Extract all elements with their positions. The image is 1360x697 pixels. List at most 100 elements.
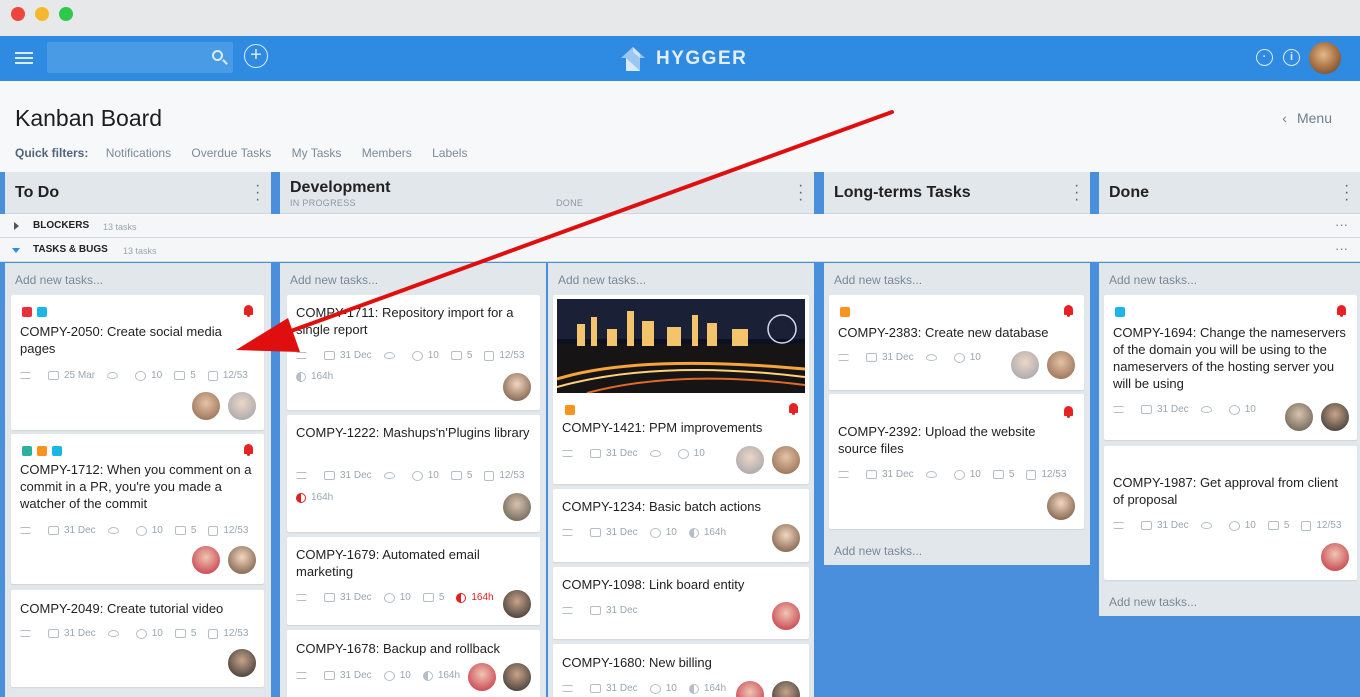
- label-orange: [565, 405, 575, 415]
- add-task-button[interactable]: Add new tasks...: [290, 273, 378, 287]
- avatar[interactable]: [191, 391, 221, 421]
- filter-my-tasks[interactable]: My Tasks: [292, 146, 342, 160]
- task-card[interactable]: COMPY-1680: New billing 31 Dec 10 164h: [553, 644, 809, 697]
- add-task-button[interactable]: Add new tasks...: [15, 273, 103, 287]
- column-header-todo[interactable]: To Do · · ·: [5, 172, 271, 214]
- task-card[interactable]: COMPY-1678: Backup and rollback 31 Dec 10…: [287, 630, 540, 697]
- add-task-button[interactable]: Add new tasks...: [1109, 273, 1197, 287]
- column-header-development[interactable]: Development IN PROGRESS DONE · · ·: [280, 172, 814, 214]
- caret-right-icon[interactable]: [14, 222, 19, 230]
- avatar[interactable]: [1284, 402, 1314, 432]
- task-card[interactable]: COMPY-1711: Repository import for a sing…: [287, 295, 540, 410]
- kebab-icon[interactable]: · · ·: [1074, 178, 1079, 208]
- task-card[interactable]: COMPY-1694: Change the nameservers of th…: [1104, 295, 1357, 440]
- caret-down-icon[interactable]: [12, 248, 20, 253]
- kebab-icon[interactable]: · · ·: [255, 178, 260, 208]
- label-orange: [37, 446, 47, 456]
- column-header-long-terms[interactable]: Long-terms Tasks · · ·: [824, 172, 1090, 214]
- task-card[interactable]: COMPY-2392: Upload the website source fi…: [829, 394, 1084, 529]
- maximize-window-button[interactable]: [59, 7, 73, 21]
- calendar-icon: [1141, 521, 1152, 530]
- checklist-count: 12/53: [499, 350, 525, 361]
- more-icon[interactable]: ···: [1335, 241, 1348, 256]
- column-header-done[interactable]: Done · · ·: [1099, 172, 1360, 214]
- plus-circle-icon[interactable]: +: [244, 44, 268, 68]
- search-icon[interactable]: [212, 50, 223, 61]
- filter-notifications[interactable]: Notifications: [106, 146, 171, 160]
- avatar[interactable]: [191, 545, 221, 575]
- task-card[interactable]: COMPY-2049: Create tutorial video 31 Dec…: [11, 590, 264, 687]
- checklist-icon: [208, 628, 219, 639]
- attachment-icon: [450, 351, 462, 360]
- task-card[interactable]: COMPY-1712: When you comment on a commit…: [11, 434, 264, 584]
- kebab-icon[interactable]: · · ·: [1344, 178, 1349, 208]
- avatar[interactable]: [771, 601, 801, 631]
- avatar[interactable]: [1046, 350, 1076, 380]
- avatar[interactable]: [735, 680, 765, 697]
- comment-icon: [649, 527, 661, 538]
- avatar[interactable]: [1010, 350, 1040, 380]
- avatar[interactable]: [502, 662, 532, 692]
- time-tracking-icon: [688, 527, 699, 538]
- task-card[interactable]: COMPY-1222: Mashups'n'Plugins library 31…: [287, 415, 540, 532]
- task-card[interactable]: COMPY-1098: Link board entity 31 Dec: [553, 567, 809, 639]
- task-card[interactable]: COMPY-1421: PPM improvements 31 Dec 10: [553, 295, 809, 484]
- swimlane-blockers[interactable]: BLOCKERS 13 tasks ···: [0, 214, 1360, 238]
- avatar[interactable]: [227, 545, 257, 575]
- chevron-left-icon: ‹: [1282, 110, 1287, 126]
- attachment-icon: [174, 629, 186, 638]
- comment-count: 10: [665, 527, 677, 538]
- task-title: COMPY-1987: Get approval from client of …: [1113, 475, 1338, 507]
- comment-icon: [135, 525, 147, 536]
- task-card[interactable]: COMPY-1987: Get approval from client of …: [1104, 446, 1357, 580]
- minimize-window-button[interactable]: [35, 7, 49, 21]
- info-icon[interactable]: i: [1283, 49, 1300, 66]
- avatar[interactable]: [771, 523, 801, 553]
- task-card[interactable]: COMPY-1234: Basic batch actions 31 Dec 10…: [553, 489, 809, 562]
- kebab-icon[interactable]: · · ·: [798, 178, 803, 208]
- filter-members[interactable]: Members: [362, 146, 412, 160]
- lane-long-terms: Add new tasks... COMPY-2383: Create new …: [824, 263, 1090, 565]
- avatar[interactable]: [771, 680, 801, 697]
- close-window-button[interactable]: [11, 7, 25, 21]
- avatar[interactable]: [502, 492, 532, 522]
- task-card[interactable]: COMPY-2050: Create social media pages 25…: [11, 295, 264, 430]
- task-title: COMPY-1234: Basic batch actions: [562, 499, 761, 514]
- filter-labels[interactable]: Labels: [432, 146, 467, 160]
- calendar-icon: [48, 371, 59, 380]
- more-icon[interactable]: ···: [1335, 217, 1348, 232]
- quick-filters-label: Quick filters:: [15, 146, 89, 160]
- filter-overdue-tasks[interactable]: Overdue Tasks: [191, 146, 271, 160]
- avatar[interactable]: [1320, 402, 1350, 432]
- task-meta: 31 Dec 10 164h: [296, 670, 460, 681]
- label-teal: [22, 446, 32, 456]
- add-task-button[interactable]: Add new tasks...: [1109, 595, 1197, 609]
- add-task-button[interactable]: Add new tasks...: [834, 544, 922, 558]
- avatar[interactable]: [1320, 542, 1350, 572]
- time-spent: 164h: [437, 670, 461, 681]
- add-task-button[interactable]: Add new tasks...: [558, 273, 646, 287]
- task-card[interactable]: COMPY-1679: Automated email marketing 31…: [287, 537, 540, 625]
- swimlane-tasks-bugs[interactable]: TASKS & BUGS 13 tasks ···: [0, 238, 1360, 262]
- avatar[interactable]: [227, 648, 257, 678]
- comment-count: 10: [427, 470, 439, 481]
- calendar-icon: [1141, 405, 1152, 414]
- label-cyan: [1115, 307, 1125, 317]
- avatar[interactable]: [467, 662, 497, 692]
- app-logo[interactable]: HYGGER: [620, 44, 747, 74]
- avatar[interactable]: [227, 391, 257, 421]
- clock-icon[interactable]: ·: [1256, 49, 1273, 66]
- avatar[interactable]: [502, 589, 532, 619]
- search-input[interactable]: [47, 42, 233, 73]
- hamburger-icon[interactable]: [15, 49, 33, 67]
- avatar[interactable]: [735, 445, 765, 475]
- add-task-button[interactable]: Add new tasks...: [834, 273, 922, 287]
- comment-icon: [383, 592, 395, 603]
- avatar[interactable]: [771, 445, 801, 475]
- task-card[interactable]: COMPY-2383: Create new database 31 Dec 10: [829, 295, 1084, 390]
- menu-button[interactable]: ‹ Menu: [1282, 110, 1332, 126]
- avatar[interactable]: [1046, 491, 1076, 521]
- user-avatar[interactable]: [1309, 42, 1341, 74]
- column-title: Development: [290, 179, 391, 196]
- avatar[interactable]: [502, 372, 532, 402]
